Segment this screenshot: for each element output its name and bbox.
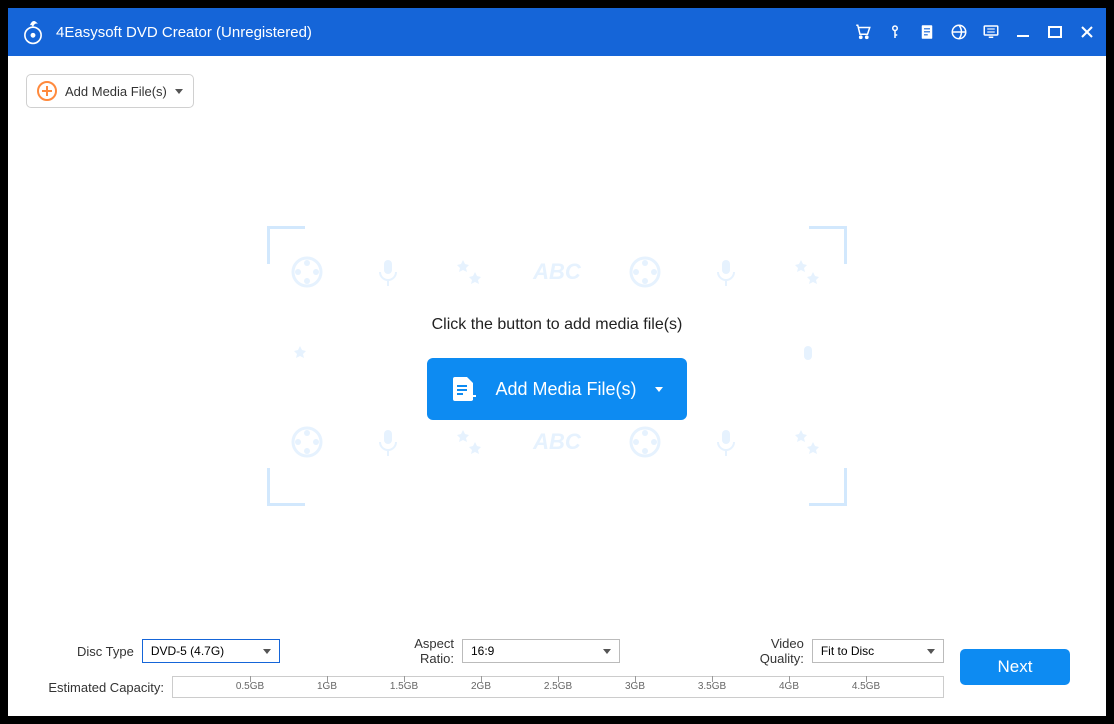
add-media-label: Add Media File(s)	[65, 84, 167, 99]
ruler-tick-label: 3GB	[625, 681, 645, 692]
add-media-button-small[interactable]: Add Media File(s)	[26, 74, 194, 108]
stars-icon	[791, 256, 823, 288]
key-icon[interactable]	[886, 23, 904, 41]
titlebar: 4Easysoft DVD Creator (Unregistered)	[8, 8, 1106, 56]
chevron-down-icon	[263, 649, 271, 654]
file-icon[interactable]	[918, 23, 936, 41]
globe-icon[interactable]	[950, 23, 968, 41]
disc-type-value: DVD-5 (4.7G)	[151, 644, 224, 658]
corner-decoration	[267, 468, 305, 506]
ruler-tick-label: 1.5GB	[390, 681, 418, 692]
ruler-tick-label: 1GB	[317, 681, 337, 692]
ruler-tick-label: 0.5GB	[236, 681, 264, 692]
chevron-down-icon	[175, 89, 183, 94]
chevron-down-icon	[655, 387, 663, 392]
ruler-tick-label: 2GB	[471, 681, 491, 692]
menu-icon[interactable]	[982, 23, 1000, 41]
ruler-tick-label: 2.5GB	[544, 681, 572, 692]
drop-zone: ABC ABC ABC A	[26, 108, 1088, 624]
chevron-down-icon	[603, 649, 611, 654]
reel-icon	[291, 426, 323, 458]
stars-icon	[453, 256, 485, 288]
bottom-bar: Disc Type DVD-5 (4.7G) Aspect Ratio: 16:…	[26, 624, 1088, 716]
disc-type-label: Disc Type	[44, 644, 134, 659]
app-window: 4Easysoft DVD Creator (Unregistered) Add…	[8, 8, 1106, 716]
minimize-button[interactable]	[1016, 25, 1030, 39]
titlebar-icons	[854, 23, 1000, 41]
plus-icon	[37, 81, 57, 101]
options-row: Disc Type DVD-5 (4.7G) Aspect Ratio: 16:…	[44, 636, 944, 666]
aspect-ratio-select[interactable]: 16:9	[462, 639, 620, 663]
capacity-ruler: 0.5GB 1GB 1.5GB 2GB 2.5GB 3GB 3.5GB 4GB 4.5GB	[172, 676, 944, 698]
cart-icon[interactable]	[854, 23, 872, 41]
instruction-text: Click the button to add media file(s)	[424, 312, 691, 338]
ruler-tick-label: 4.5GB	[852, 681, 880, 692]
stars-icon	[453, 426, 485, 458]
corner-decoration	[809, 468, 847, 506]
reel-icon	[291, 256, 323, 288]
reel-icon	[629, 426, 661, 458]
ruler-tick-label: 3.5GB	[698, 681, 726, 692]
bg-abc: ABC	[533, 259, 581, 285]
content-area: Add Media File(s) ABC	[8, 56, 1106, 716]
stars-icon	[791, 426, 823, 458]
top-actions: Add Media File(s)	[26, 74, 1088, 108]
add-media-button-large[interactable]: Add Media File(s)	[427, 358, 686, 420]
window-controls	[1016, 25, 1094, 39]
disc-type-select[interactable]: DVD-5 (4.7G)	[142, 639, 280, 663]
close-button[interactable]	[1080, 25, 1094, 39]
app-logo-icon	[20, 19, 46, 45]
ruler-tick-label: 4GB	[779, 681, 799, 692]
add-media-big-label: Add Media File(s)	[495, 379, 636, 400]
file-add-icon	[451, 375, 477, 403]
aspect-ratio-value: 16:9	[471, 644, 494, 658]
video-quality-label: Video Quality:	[728, 636, 804, 666]
aspect-ratio-label: Aspect Ratio:	[382, 636, 454, 666]
drop-box[interactable]: ABC ABC ABC A	[267, 226, 847, 506]
bg-decor-row: ABC	[267, 256, 847, 288]
video-quality-value: Fit to Disc	[821, 644, 874, 658]
stars-icon	[290, 342, 322, 374]
capacity-label: Estimated Capacity:	[44, 680, 164, 695]
app-title: 4Easysoft DVD Creator (Unregistered)	[56, 24, 854, 41]
mic-icon	[372, 426, 404, 458]
bg-decor-row: ABC	[267, 426, 847, 458]
bg-abc: ABC	[533, 429, 581, 455]
mic-icon	[372, 256, 404, 288]
video-quality-select[interactable]: Fit to Disc	[812, 639, 944, 663]
capacity-row: Estimated Capacity: 0.5GB 1GB 1.5GB 2GB 2.5G…	[44, 676, 944, 698]
maximize-button[interactable]	[1048, 25, 1062, 39]
mic-icon	[710, 256, 742, 288]
mic-icon	[792, 342, 824, 374]
reel-icon	[629, 256, 661, 288]
mic-icon	[710, 426, 742, 458]
chevron-down-icon	[927, 649, 935, 654]
next-button[interactable]: Next	[960, 649, 1070, 685]
